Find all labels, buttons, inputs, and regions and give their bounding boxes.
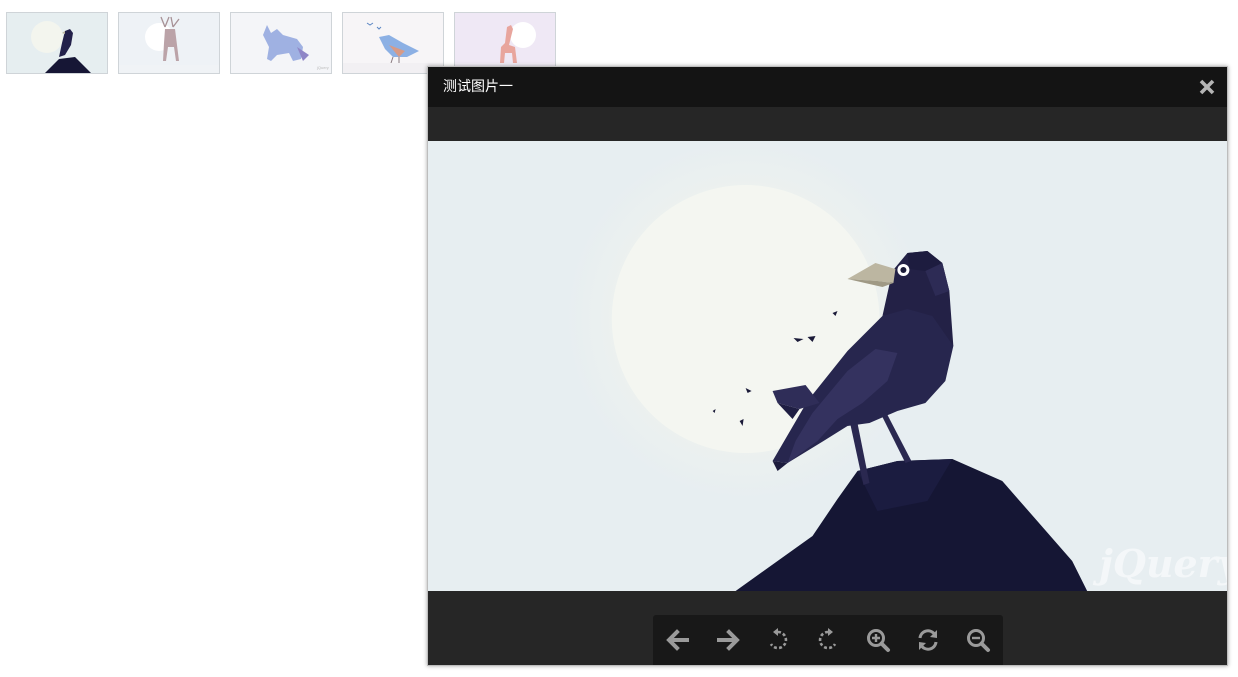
zoom-in-icon: [867, 629, 890, 652]
crow-thumbnail-image: [7, 13, 107, 73]
arrow-right-icon: [717, 629, 740, 651]
zoom-out-button[interactable]: [958, 620, 998, 660]
thumbnail-bird[interactable]: [342, 12, 444, 74]
thumbnail-giraffe[interactable]: [454, 12, 556, 74]
close-icon: [1199, 79, 1215, 95]
viewer-titlebar[interactable]: 测试图片一: [428, 67, 1227, 107]
wolf-thumbnail-image: jQuery: [231, 13, 331, 73]
zoom-out-icon: [967, 629, 990, 652]
crow-image: jQuery: [428, 141, 1227, 591]
zoom-in-button[interactable]: [858, 620, 898, 660]
rotate-left-icon: [769, 628, 788, 650]
next-button[interactable]: [708, 620, 748, 660]
thumbnail-strip: jQuery: [6, 12, 556, 74]
thumbnail-crow[interactable]: [6, 12, 108, 74]
deer-thumbnail-image: [119, 13, 219, 73]
reset-button[interactable]: [908, 620, 948, 660]
bird-thumbnail-image: [343, 13, 443, 73]
thumbnail-wolf[interactable]: jQuery: [230, 12, 332, 74]
giraffe-thumbnail-image: [455, 13, 555, 73]
viewer-header-bar: [428, 107, 1227, 141]
viewer-title: 测试图片一: [443, 79, 513, 95]
rotate-left-button[interactable]: [758, 620, 798, 660]
watermark-text: jQuery: [1092, 541, 1227, 586]
rotate-right-icon: [818, 628, 837, 650]
viewer-footer: [428, 591, 1227, 665]
svg-text:jQuery: jQuery: [316, 65, 329, 70]
thumbnail-deer[interactable]: [118, 12, 220, 74]
close-button[interactable]: [1197, 77, 1217, 97]
refresh-icon: [918, 629, 938, 651]
viewer-image-stage[interactable]: jQuery: [428, 141, 1227, 591]
viewer-toolbar: [653, 615, 1003, 665]
image-viewer: 测试图片一 jQuery: [427, 66, 1228, 666]
arrow-left-icon: [666, 629, 689, 651]
previous-button[interactable]: [658, 620, 698, 660]
rotate-right-button[interactable]: [808, 620, 848, 660]
